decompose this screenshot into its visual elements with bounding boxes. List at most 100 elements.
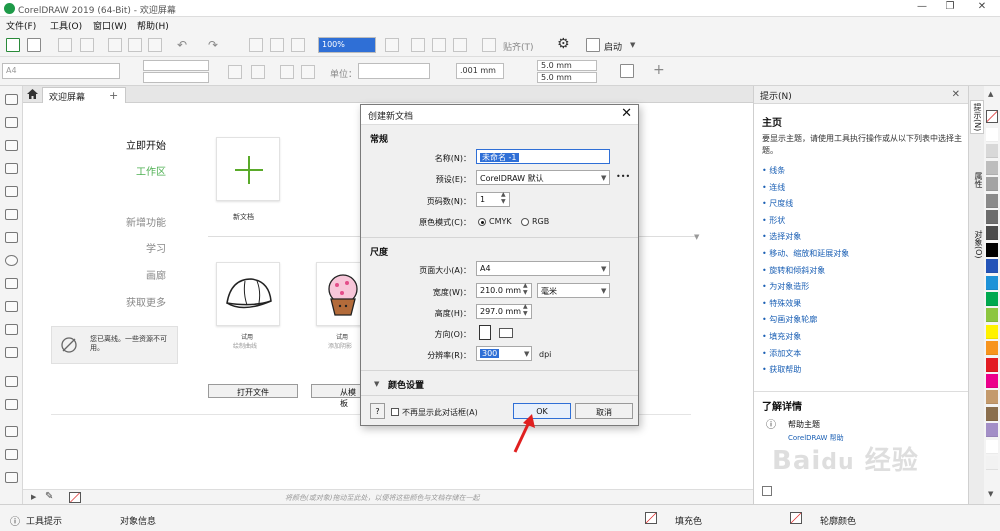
polygon-tool-icon[interactable] <box>5 278 18 289</box>
preset-select[interactable]: CorelDRAW 默认 <box>476 170 610 185</box>
full-screen-icon[interactable] <box>385 38 399 52</box>
menu-file[interactable]: 文件(F) <box>6 19 36 32</box>
nudge-field[interactable]: .001 mm <box>456 63 504 79</box>
portrait-orientation-icon[interactable] <box>479 325 491 340</box>
no-color-swatch[interactable] <box>986 110 998 123</box>
menu-tools[interactable]: 工具(O) <box>50 19 82 32</box>
duplicate-x-field[interactable]: 5.0 mm <box>537 60 597 71</box>
nav-get-started[interactable]: 立即开始 <box>46 137 166 152</box>
menu-window[interactable]: 窗口(W) <box>93 19 127 32</box>
duplicate-y-field[interactable]: 5.0 mm <box>537 72 597 83</box>
rectangle-tool-icon[interactable] <box>5 232 18 243</box>
units-combo[interactable] <box>358 63 430 79</box>
palette-swatch[interactable] <box>986 406 998 421</box>
hint-link-move-scale[interactable]: • 移动、缩放和延展对象 <box>762 248 962 265</box>
no-color-swatch-icon[interactable] <box>69 492 81 503</box>
crop-tool-icon[interactable] <box>5 140 18 151</box>
palette-swatch[interactable] <box>986 210 998 224</box>
palette-scroll-up-icon[interactable]: ▲ <box>988 90 993 98</box>
options-gear-icon[interactable]: ⚙ <box>557 36 570 52</box>
add-icon[interactable]: + <box>653 62 665 78</box>
width-stepper[interactable]: ▲ ▼ <box>523 282 528 296</box>
palette-swatch[interactable] <box>986 292 998 306</box>
units-select[interactable]: 毫米 <box>537 283 610 298</box>
color-settings-toggle[interactable]: 颜色设置 <box>388 378 424 391</box>
lock-icon[interactable] <box>762 486 772 496</box>
hint-link-shaping[interactable]: • 为对象造形 <box>762 281 962 298</box>
guidelines-icon[interactable] <box>453 38 467 52</box>
dialog-close-icon[interactable]: ✕ <box>621 106 632 121</box>
nav-gallery[interactable]: 画廊 <box>46 267 166 282</box>
hint-link-select[interactable]: • 选择对象 <box>762 231 962 248</box>
palette-swatch[interactable] <box>986 160 998 175</box>
palette-swatch[interactable] <box>986 128 998 142</box>
snap-to-dropdown[interactable]: 贴齐(T) <box>503 40 534 53</box>
artistic-media-icon[interactable] <box>5 209 18 220</box>
palette-swatch[interactable] <box>986 374 998 388</box>
home-icon[interactable] <box>27 89 38 99</box>
page-height-field[interactable] <box>143 72 209 83</box>
rgb-radio[interactable] <box>521 218 529 226</box>
page-size-select[interactable]: A4 <box>476 261 610 276</box>
eyedropper-icon[interactable] <box>5 426 18 437</box>
tab-properties[interactable]: 属性 <box>970 170 984 190</box>
chevron-down-icon[interactable]: ▼ <box>601 174 606 182</box>
from-template-button[interactable]: 从模板 <box>311 384 361 408</box>
name-input[interactable]: 未命名 -1 <box>476 149 610 164</box>
nav-get-more[interactable]: 获取更多 <box>46 294 166 309</box>
snap-icon[interactable] <box>482 38 496 52</box>
chevron-down-icon[interactable]: ▼ <box>630 41 635 49</box>
palette-swatch[interactable] <box>986 144 998 159</box>
dont-show-checkbox[interactable] <box>391 408 399 416</box>
pdf-icon[interactable] <box>291 38 305 52</box>
shape-tool-icon[interactable] <box>5 117 18 128</box>
new-document-card[interactable] <box>216 137 280 201</box>
parallel-dimension-icon[interactable] <box>5 324 18 335</box>
text-tool-icon[interactable] <box>5 301 18 312</box>
nav-whats-new[interactable]: 新增功能 <box>46 214 166 229</box>
nav-learn[interactable]: 学习 <box>46 240 166 255</box>
palette-swatch[interactable] <box>986 423 998 438</box>
zoom-tool-icon[interactable] <box>5 163 18 174</box>
restore-button[interactable]: ❐ <box>940 1 960 15</box>
palette-swatch[interactable] <box>986 341 998 356</box>
close-button[interactable]: ✕ <box>972 1 992 15</box>
play-icon[interactable]: ▶ <box>31 493 36 501</box>
chevron-down-icon[interactable]: ▼ <box>694 233 699 241</box>
height-stepper[interactable]: ▲ ▼ <box>523 303 528 317</box>
chevron-down-icon[interactable]: ▼ <box>601 265 606 273</box>
palette-scroll-down-icon[interactable]: ▼ <box>988 490 993 498</box>
palette-swatch[interactable] <box>986 177 998 192</box>
copy-icon[interactable] <box>128 38 142 52</box>
pick-tool-icon[interactable] <box>5 94 18 105</box>
palette-swatch[interactable] <box>986 275 998 290</box>
palette-swatch[interactable] <box>986 390 998 405</box>
paste-icon[interactable] <box>148 38 162 52</box>
landscape-orientation-icon[interactable] <box>499 328 513 338</box>
chevron-down-icon[interactable]: ▼ <box>601 287 606 295</box>
hint-link-outline[interactable]: • 勾画对象轮廓 <box>762 314 962 331</box>
menu-help[interactable]: 帮助(H) <box>137 19 169 32</box>
hint-link-text[interactable]: • 添加文本 <box>762 348 962 365</box>
page-width-field[interactable] <box>143 60 209 71</box>
hint-link-effects[interactable]: • 特殊效果 <box>762 298 962 315</box>
cut-icon[interactable] <box>108 38 122 52</box>
outline-color-icon[interactable] <box>790 512 802 524</box>
palette-swatch[interactable] <box>986 259 998 274</box>
export-icon[interactable] <box>270 38 284 52</box>
print-icon[interactable] <box>80 38 94 52</box>
trial-card-shadow[interactable] <box>316 262 362 326</box>
eyedropper-icon[interactable]: ✎ <box>45 491 53 502</box>
palette-swatch[interactable] <box>986 456 998 470</box>
undo-icon[interactable]: ↶ <box>177 38 187 52</box>
chevron-down-icon[interactable]: ▼ <box>524 350 529 358</box>
freehand-tool-icon[interactable] <box>5 186 18 197</box>
help-button[interactable]: ? <box>370 403 385 419</box>
ellipse-tool-icon[interactable] <box>5 255 18 266</box>
current-page-icon[interactable] <box>301 65 315 79</box>
fill-color-icon[interactable] <box>645 512 657 524</box>
hint-link-connectors[interactable]: • 连线 <box>762 182 962 199</box>
launch-dropdown[interactable]: 启动 <box>604 40 622 53</box>
palette-swatch[interactable] <box>986 193 998 208</box>
new-document-icon[interactable] <box>6 38 20 52</box>
